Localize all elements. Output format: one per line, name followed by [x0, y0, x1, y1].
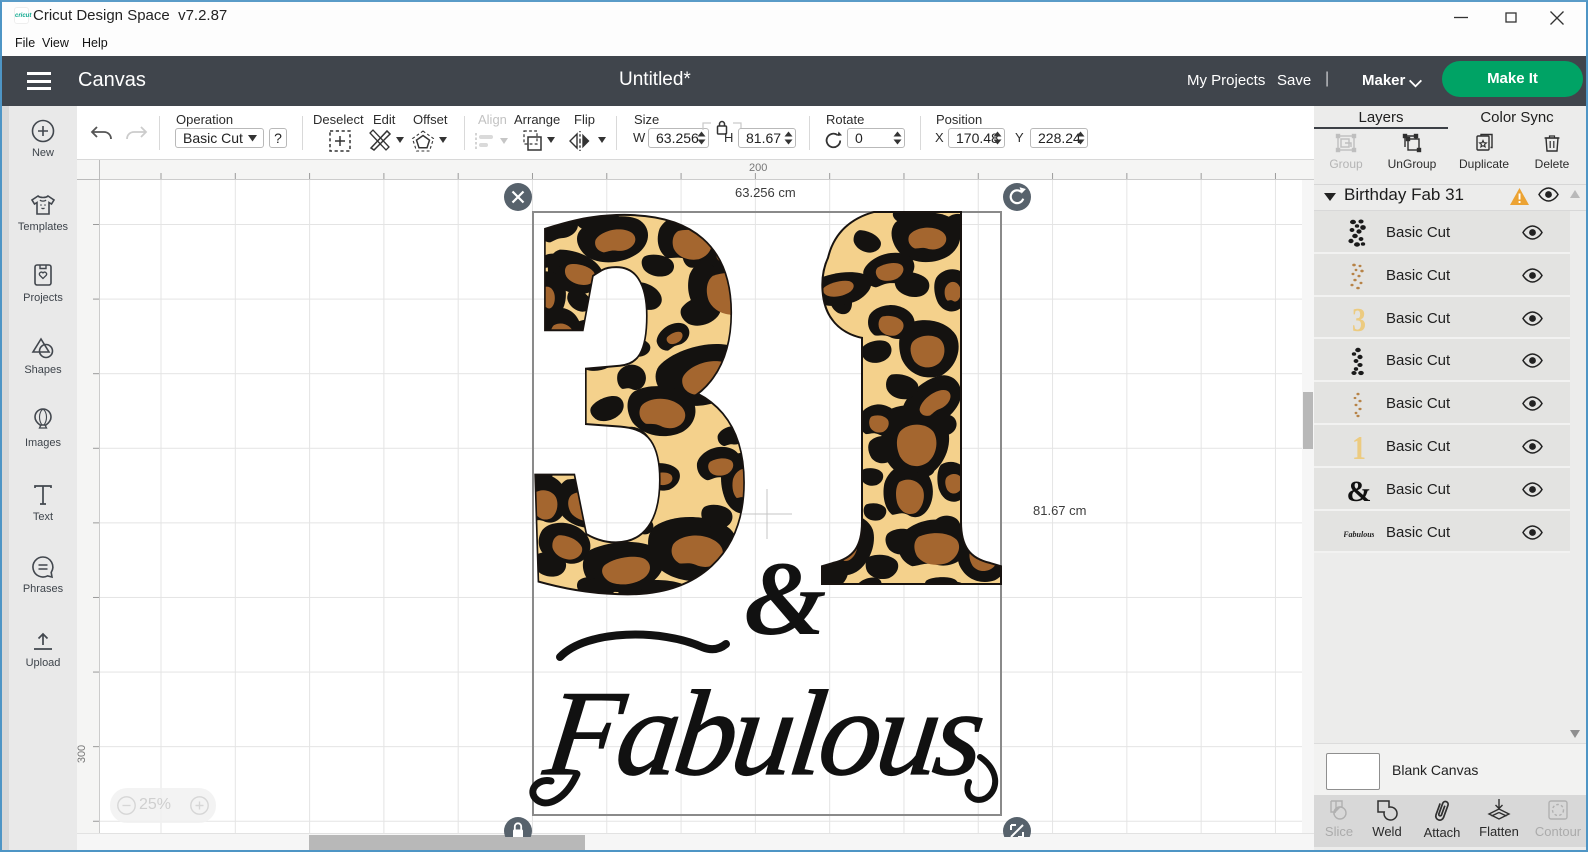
- svg-text:1: 1: [1352, 432, 1366, 463]
- svg-text:Fabulous: Fabulous: [1344, 530, 1374, 539]
- svg-text:3: 3: [1352, 304, 1366, 335]
- svg-text:&: &: [1347, 475, 1372, 506]
- svg-text:Fabulous: Fabulous: [538, 666, 990, 801]
- svg-text:&: &: [744, 540, 826, 657]
